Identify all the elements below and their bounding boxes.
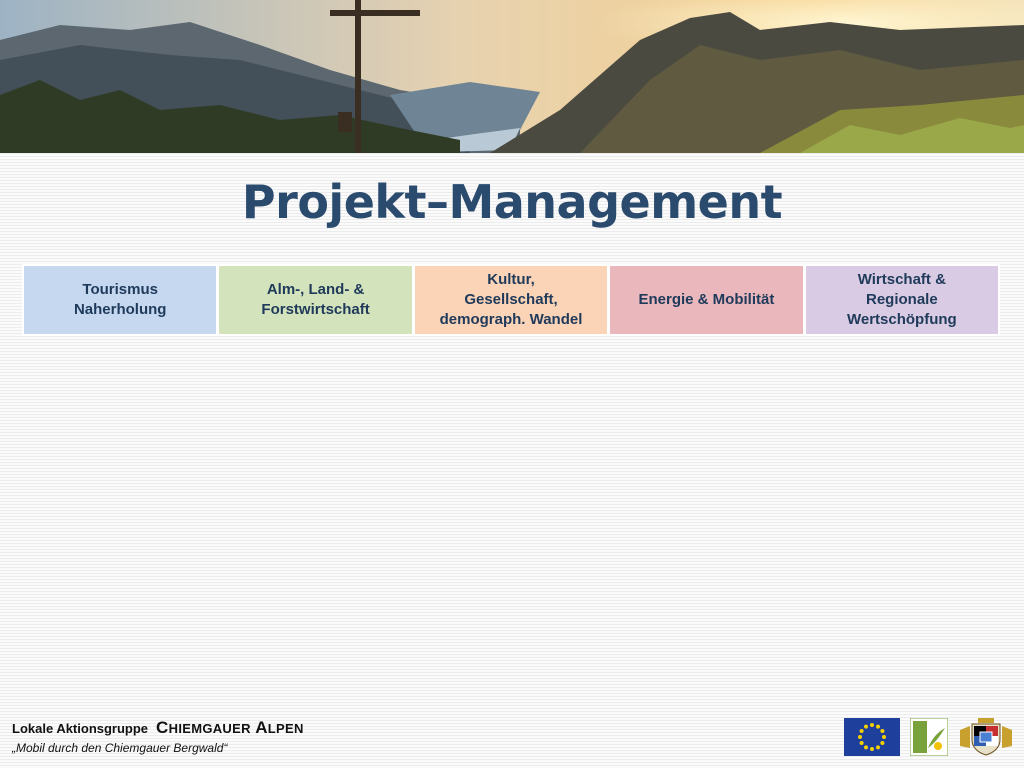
category-tourismus: Tourismus Naherholung bbox=[24, 266, 217, 334]
brand-name: CHIEMGAUER ALPEN bbox=[156, 718, 304, 737]
mountain-banner-image bbox=[0, 0, 1024, 153]
category-kultur-gesellschaft: Kultur, Gesellschaft, demograph. Wandel bbox=[414, 266, 608, 334]
category-alm-land-forstwirtschaft: Alm-, Land- & Forstwirtschaft bbox=[219, 266, 412, 334]
category-energie-mobilitaet: Energie & Mobilität bbox=[610, 266, 803, 334]
category-row: Tourismus Naherholung Alm-, Land- & Fors… bbox=[22, 264, 1000, 336]
page-title: Projekt–Management bbox=[241, 175, 783, 229]
eu-flag-icon bbox=[844, 718, 900, 756]
category-wirtschaft-wertschoepfung: Wirtschaft & Regionale Wertschöpfung bbox=[805, 266, 999, 334]
mountain-landscape-photo bbox=[0, 0, 1024, 153]
footer-slogan: „Mobil durch den Chiemgauer Bergwald“ bbox=[12, 741, 228, 755]
partner-logos bbox=[844, 718, 1014, 756]
footer-title: Lokale Aktionsgruppe CHIEMGAUER ALPEN bbox=[12, 718, 304, 738]
leader-logo-icon bbox=[910, 718, 948, 756]
footer-org: Lokale Aktionsgruppe CHIEMGAUER ALPEN „Mo… bbox=[12, 718, 304, 755]
group-label: Lokale Aktionsgruppe bbox=[12, 721, 149, 736]
bavaria-coat-of-arms-icon bbox=[960, 718, 1012, 756]
